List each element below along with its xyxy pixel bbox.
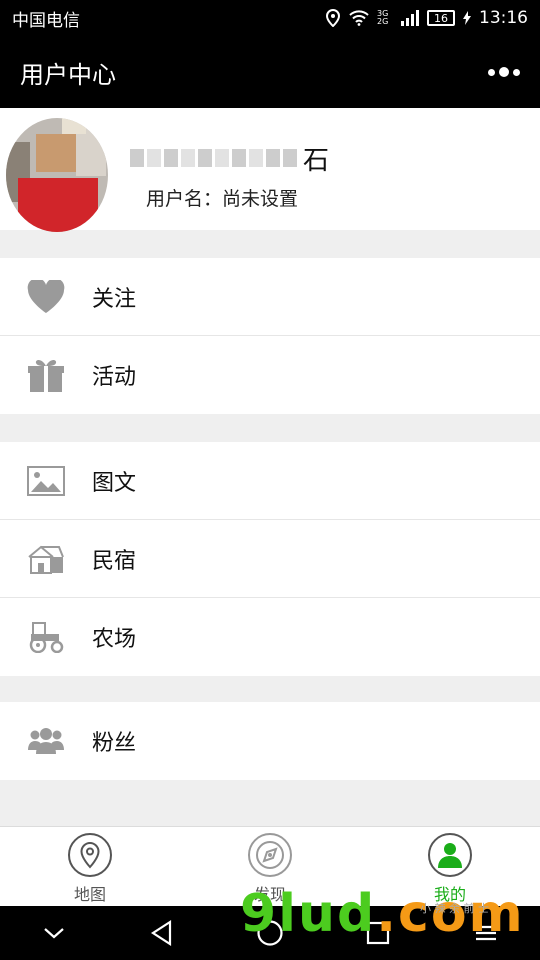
menu-item-label: 民宿 <box>92 548 137 574</box>
back-icon[interactable] <box>142 913 182 953</box>
people-icon <box>26 721 66 761</box>
wifi-icon <box>349 10 369 26</box>
menu-item-homestay[interactable]: 民宿 <box>0 520 540 598</box>
blurred-name <box>130 149 297 167</box>
signal-icon <box>401 10 419 26</box>
nickname-tail: 石 <box>303 145 330 176</box>
more-dot-icon <box>488 68 495 76</box>
menu-item-label: 农场 <box>92 627 137 652</box>
status-icons: 3G 2G 16 13:16 <box>325 8 528 28</box>
network-type: 3G 2G <box>377 9 389 26</box>
menu-item-follow[interactable]: 关注 <box>0 258 540 336</box>
more-menu-button[interactable] <box>488 67 520 77</box>
battery-icon: 16 <box>427 10 455 26</box>
avatar[interactable] <box>6 118 108 232</box>
heart-icon <box>26 277 66 317</box>
tab-map[interactable]: 地图 <box>0 827 180 906</box>
tab-label: 地图 <box>73 885 106 904</box>
page-title: 用户中心 <box>20 60 116 89</box>
menu-item-label: 图文 <box>92 470 137 496</box>
menu-group-3: 粉丝 <box>0 702 540 780</box>
map-pin-icon <box>68 833 112 877</box>
menu-item-label: 活动 <box>92 365 137 390</box>
menu-item-label: 粉丝 <box>92 731 137 756</box>
location-icon <box>325 9 341 27</box>
clock: 13:16 <box>479 8 528 28</box>
username-label: 用户名：尚未设置 <box>146 188 299 210</box>
menu-group-1: 关注 活动 <box>0 258 540 414</box>
chevron-down-icon[interactable] <box>34 913 74 953</box>
menu-item-fans[interactable]: 粉丝 <box>0 702 540 780</box>
image-icon <box>26 461 66 501</box>
house-icon <box>26 539 66 579</box>
status-bar: 中国电信 3G 2G 16 13:16 <box>0 0 540 36</box>
tractor-icon <box>26 617 66 657</box>
watermark-caption: 小 辣 余 前 士 <box>420 902 489 915</box>
menu-group-2: 图文 民宿 农场 <box>0 442 540 676</box>
nickname: 石 <box>130 140 329 176</box>
title-bar: 用户中心 <box>0 36 540 108</box>
more-dot-icon <box>499 67 509 77</box>
menu-item-activity[interactable]: 活动 <box>0 336 540 414</box>
user-icon <box>428 833 472 877</box>
menu-item-posts[interactable]: 图文 <box>0 442 540 520</box>
menu-item-farm[interactable]: 农场 <box>0 598 540 676</box>
compass-icon <box>248 833 292 877</box>
more-dot-icon <box>513 68 520 76</box>
gift-icon <box>26 355 66 395</box>
menu-item-label: 关注 <box>92 286 137 312</box>
carrier-label: 中国电信 <box>12 10 80 31</box>
charging-icon <box>463 11 471 25</box>
